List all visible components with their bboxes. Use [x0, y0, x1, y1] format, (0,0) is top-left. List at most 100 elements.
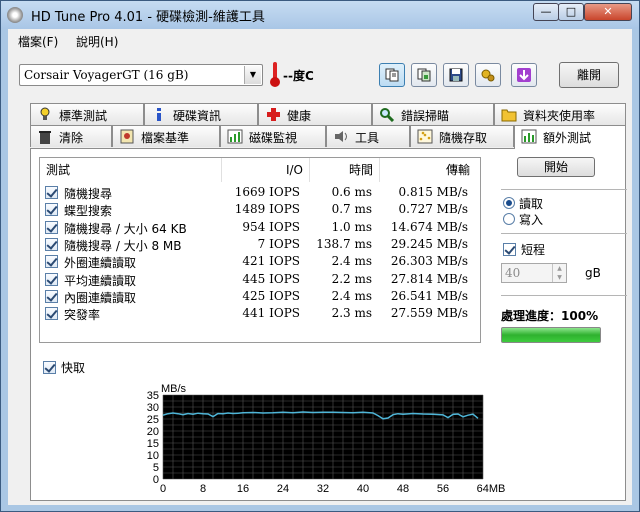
maximize-button[interactable]: □ — [558, 3, 584, 21]
copy-screenshot-button[interactable] — [411, 63, 437, 87]
copy-info-button[interactable] — [379, 63, 405, 87]
row-checkbox[interactable] — [45, 307, 58, 321]
title-bar[interactable]: HD Tune Pro 4.01 - 硬碟檢測-維護工具 — □ ✕ — [1, 1, 639, 29]
y-tick-label: 5 — [153, 462, 159, 474]
tabs-row-2: 清除 檔案基準 磁碟監視 工具 隨機存取 額外測試 — [8, 125, 632, 149]
close-button[interactable]: ✕ — [584, 3, 632, 21]
test-name: 外圈連續讀取 — [64, 256, 137, 271]
table-row[interactable]: 突發率 441 IOPS 2.3 ms 27.559 MB/s — [40, 305, 480, 322]
menu-file[interactable]: 檔案(F) — [18, 33, 58, 50]
exit-button[interactable]: 離開 — [559, 62, 619, 88]
row-checkbox[interactable] — [45, 289, 58, 303]
transfer-value: 29.245 MB/s — [390, 236, 468, 251]
time-value: 2.4 ms — [331, 254, 372, 269]
size-stepper[interactable]: 40 ▲ ▼ — [501, 263, 567, 283]
tab-label: 磁碟監視 — [249, 131, 298, 145]
y-tick-label: 10 — [147, 450, 159, 462]
tab-label: 資料夾使用率 — [523, 109, 596, 123]
transfer-value: 27.814 MB/s — [390, 271, 468, 286]
tab-label: 工具 — [355, 131, 380, 145]
save-icon — [449, 68, 463, 82]
header-transfer: 傳輸 — [445, 163, 470, 177]
table-row[interactable]: 平均連續讀取 445 IOPS 2.2 ms 27.814 MB/s — [40, 271, 480, 288]
tab-random-access[interactable]: 隨機存取 — [410, 125, 514, 147]
divider — [501, 189, 627, 190]
short-stroke-label: 短程 — [521, 243, 546, 257]
tab-label: 隨機存取 — [439, 131, 488, 145]
io-value: 954 IOPS — [242, 219, 300, 234]
table-row[interactable]: 隨機搜尋 / 大小 8 MB 7 IOPS 138.7 ms 29.245 MB/s — [40, 236, 480, 253]
lightbulb-icon — [40, 107, 50, 120]
io-value: 441 IOPS — [242, 306, 300, 321]
test-name: 突發率 — [64, 308, 101, 323]
header-test: 測試 — [40, 158, 222, 182]
tab-label: 錯誤掃瞄 — [401, 109, 450, 123]
save-button[interactable] — [443, 63, 469, 87]
row-checkbox[interactable] — [45, 237, 58, 251]
download-icon — [517, 68, 531, 82]
y-tick-label: 0 — [153, 474, 159, 486]
row-checkbox[interactable] — [45, 255, 58, 269]
chevron-down-icon[interactable]: ▼ — [244, 66, 261, 84]
tab-file-benchmark[interactable]: 檔案基準 — [112, 125, 220, 147]
table-row[interactable]: 隨機搜尋 / 大小 64 KB 954 IOPS 1.0 ms 14.674 MB/s — [40, 219, 480, 236]
transfer-value: 26.303 MB/s — [390, 254, 468, 269]
transfer-value: 0.815 MB/s — [398, 185, 468, 199]
minimize-button[interactable]: — — [533, 3, 559, 21]
tab-disk-monitor[interactable]: 磁碟監視 — [220, 125, 326, 147]
table-row[interactable]: 蝶型搜索 1489 IOPS 0.7 ms 0.727 MB/s — [40, 201, 480, 218]
tab-benchmark[interactable]: 標準測試 — [30, 103, 144, 125]
read-radio[interactable] — [503, 197, 515, 209]
table-row[interactable]: 內圈連續讀取 425 IOPS 2.4 ms 26.541 MB/s — [40, 288, 480, 305]
y-tick-label: 30 — [147, 402, 159, 414]
tab-health[interactable]: 健康 — [258, 103, 372, 125]
tabs-row-1: 標準測試 硬碟資訊 健康 錯誤掃瞄 資料夾使用率 — [8, 103, 632, 125]
bar-chart-icon — [227, 129, 243, 144]
tab-label: 清除 — [59, 131, 84, 145]
row-checkbox[interactable] — [45, 203, 58, 217]
thermometer-icon — [270, 62, 280, 87]
copy-info-icon — [385, 68, 399, 82]
drive-select[interactable]: Corsair VoyagerGT (16 gB) ▼ — [19, 64, 263, 86]
transfer-value: 26.541 MB/s — [390, 288, 468, 303]
tab-extra-tests[interactable]: 額外測試 — [514, 125, 626, 149]
time-value: 138.7 ms — [316, 236, 372, 251]
options-button[interactable] — [475, 63, 501, 87]
x-tick-label: 64MB — [477, 483, 505, 495]
header-io: I/O — [222, 158, 310, 182]
divider — [501, 233, 627, 234]
menu-help[interactable]: 說明(H) — [76, 33, 118, 50]
options-icon — [481, 69, 495, 82]
io-value: 421 IOPS — [242, 254, 300, 269]
row-checkbox[interactable] — [45, 186, 58, 199]
cache-checkbox[interactable] — [43, 361, 56, 374]
header-time: 時間 — [310, 158, 380, 182]
test-name: 隨機搜尋 / 大小 64 KB — [64, 221, 187, 236]
stepper-arrows-icon[interactable]: ▲ ▼ — [552, 264, 566, 282]
y-tick-label: 15 — [147, 438, 159, 450]
row-checkbox[interactable] — [45, 272, 58, 286]
x-tick-label: 32 — [317, 483, 329, 495]
download-button[interactable] — [511, 63, 537, 87]
short-stroke-checkbox[interactable] — [503, 243, 516, 256]
tab-info[interactable]: 硬碟資訊 — [144, 103, 258, 125]
tab-tools[interactable]: 工具 — [326, 125, 410, 147]
test-name: 蝶型搜索 — [64, 204, 113, 219]
x-tick-label: 8 — [200, 483, 206, 495]
tab-erase[interactable]: 清除 — [30, 125, 112, 147]
scatter-icon — [417, 129, 433, 144]
table-row[interactable]: 隨機搜尋 1669 IOPS 0.6 ms 0.815 MB/s — [40, 184, 480, 201]
row-checkbox[interactable] — [45, 220, 58, 234]
table-row[interactable]: 外圈連續讀取 421 IOPS 2.4 ms 26.303 MB/s — [40, 253, 480, 270]
tab-folder-usage[interactable]: 資料夾使用率 — [494, 103, 626, 125]
toolbar: Corsair VoyagerGT (16 gB) ▼ --度C 離開 — [8, 53, 632, 101]
start-button[interactable]: 開始 — [517, 157, 595, 177]
test-name: 隨機搜尋 / 大小 8 MB — [64, 238, 182, 253]
x-tick-label: 48 — [397, 483, 409, 495]
write-radio[interactable] — [503, 213, 515, 225]
menu-bar: 檔案(F) 說明(H) — [8, 29, 632, 51]
red-cross-icon — [267, 108, 280, 121]
client-area: 檔案(F) 說明(H) Corsair VoyagerGT (16 gB) ▼ … — [8, 29, 632, 505]
io-value: 445 IOPS — [242, 271, 300, 286]
tab-error-scan[interactable]: 錯誤掃瞄 — [372, 103, 494, 125]
